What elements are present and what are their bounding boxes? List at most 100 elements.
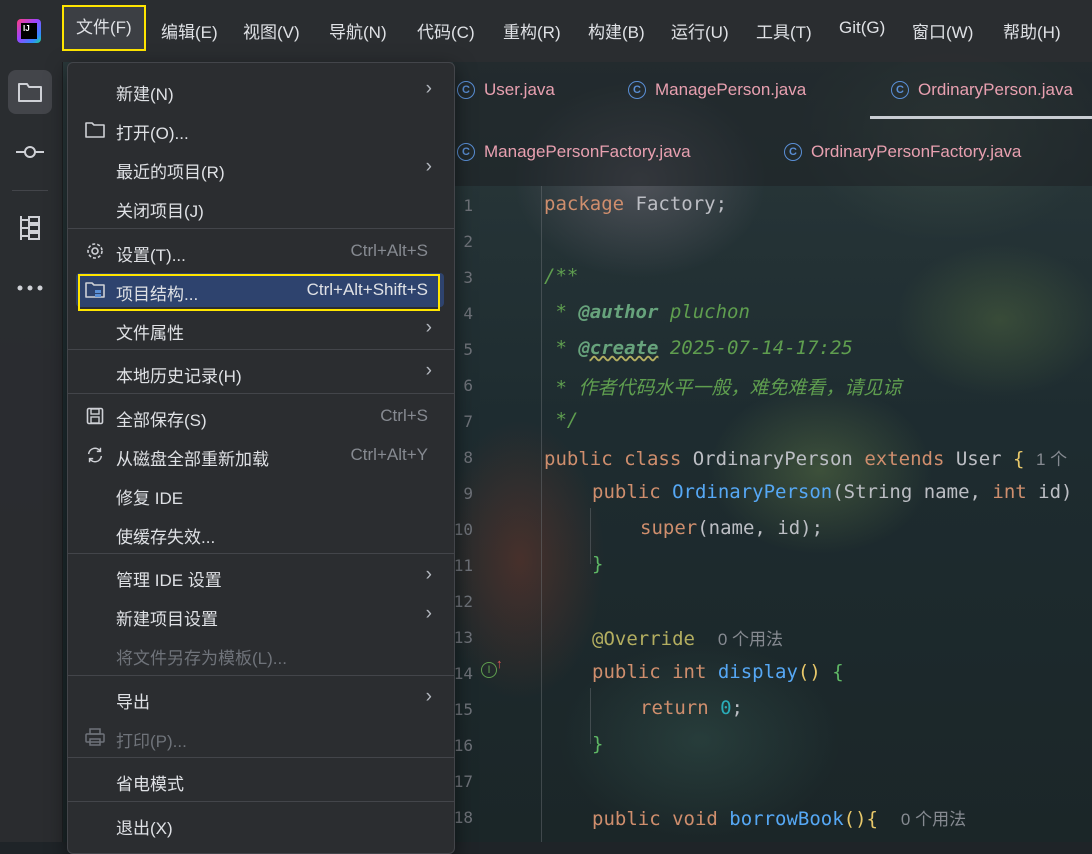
tab-ordinaryperson-java[interactable]: C OrdinaryPerson.java — [891, 80, 1073, 100]
class-icon: C — [628, 81, 646, 99]
line-number: 16 — [453, 736, 473, 755]
commit-icon[interactable] — [8, 130, 52, 174]
menu-item-save-all[interactable]: 全部保存(S) Ctrl+S — [68, 398, 454, 434]
code-line-1[interactable]: package Factory; — [544, 193, 727, 215]
menu-separator — [68, 757, 454, 758]
line-number: 8 — [463, 448, 473, 467]
menu-help[interactable]: 帮助(H) — [1003, 18, 1061, 43]
code-line-16[interactable]: } — [592, 733, 603, 755]
line-number: 12 — [453, 592, 473, 611]
menu-git[interactable]: Git(G) — [839, 18, 885, 38]
chevron-right-icon: › — [425, 603, 432, 624]
code-line-8[interactable]: public class OrdinaryPerson extends User… — [544, 445, 1067, 470]
line-number: 9 — [463, 484, 473, 503]
editor-gutter: 1 2 3 4 5 6 7 8 9 10 11 12 13 14 15 16 1… — [453, 186, 539, 842]
usage-hint: 0 个用法 — [717, 630, 784, 649]
chevron-right-icon: › — [425, 686, 432, 707]
menu-edit[interactable]: 编辑(E) — [161, 18, 218, 43]
menu-view[interactable]: 视图(V) — [243, 18, 300, 43]
menu-window[interactable]: 窗口(W) — [912, 18, 973, 43]
menu-item-export[interactable]: 导出 › — [68, 680, 454, 716]
save-icon — [85, 406, 105, 426]
menu-separator — [68, 228, 454, 229]
gear-icon — [85, 241, 105, 261]
menu-item-new-project-settings[interactable]: 新建项目设置 › — [68, 597, 454, 633]
tab-user-java[interactable]: C User.java — [457, 80, 555, 100]
menu-item-power-save-mode[interactable]: 省电模式 — [68, 762, 454, 798]
code-line-9[interactable]: public OrdinaryPerson(String name, int i… — [592, 481, 1072, 503]
menu-separator — [68, 349, 454, 350]
line-number: 14 — [453, 664, 473, 683]
left-tool-window-bar — [0, 62, 63, 842]
class-icon: C — [457, 143, 475, 161]
chevron-right-icon: › — [425, 360, 432, 381]
menu-item-print: 打印(P)... — [68, 719, 454, 755]
code-line-13[interactable]: @Override 0 个用法 — [592, 625, 783, 650]
menu-item-local-history[interactable]: 本地历史记录(H) › — [68, 354, 454, 390]
code-line-7[interactable]: */ — [544, 409, 578, 431]
menu-separator — [68, 553, 454, 554]
code-line-6[interactable]: * 作者代码水平一般，难免难看，请见谅 — [544, 373, 901, 400]
intellij-logo-icon — [17, 19, 41, 43]
tab-manageperson-java[interactable]: C ManagePerson.java — [628, 80, 806, 100]
indent-guide — [590, 688, 591, 744]
menu-code[interactable]: 代码(C) — [417, 18, 475, 43]
file-menu-dropdown: 新建(N) › 打开(O)... 最近的项目(R) › 关闭项目(J) 设置(T).… — [67, 62, 455, 854]
menu-separator — [68, 393, 454, 394]
tab-ordinarypersonfactory-java[interactable]: C OrdinaryPersonFactory.java — [784, 142, 1021, 162]
code-line-5[interactable]: * @create 2025-07-14-17:25 — [544, 337, 852, 359]
tab-managepersonfactory-java[interactable]: C ManagePersonFactory.java — [457, 142, 691, 162]
menu-item-recent-projects[interactable]: 最近的项目(R) › — [68, 150, 454, 186]
folder-icon — [85, 119, 105, 139]
menu-build[interactable]: 构建(B) — [588, 18, 645, 43]
code-line-14[interactable]: public int display() { — [592, 661, 844, 683]
class-icon: C — [457, 81, 475, 99]
line-number: 11 — [453, 556, 473, 575]
menu-navigate[interactable]: 导航(N) — [329, 18, 387, 43]
menu-item-file-properties[interactable]: 文件属性 › — [68, 311, 454, 347]
menu-item-reload-from-disk[interactable]: 从磁盘全部重新加载 Ctrl+Alt+Y — [68, 437, 454, 473]
menu-item-new[interactable]: 新建(N) › — [68, 72, 454, 108]
line-number: 5 — [463, 340, 473, 359]
chevron-right-icon: › — [425, 317, 432, 338]
line-number: 10 — [453, 520, 473, 539]
code-line-11[interactable]: } — [592, 553, 603, 575]
menu-tools[interactable]: 工具(T) — [756, 18, 812, 43]
active-tab-indicator — [870, 116, 1092, 119]
menu-item-close-project[interactable]: 关闭项目(J) — [68, 189, 454, 225]
menu-item-exit[interactable]: 退出(X) — [68, 806, 454, 842]
chevron-right-icon: › — [425, 156, 432, 177]
annotation-highlight-box — [78, 274, 440, 311]
menu-refactor[interactable]: 重构(R) — [503, 18, 561, 43]
structure-icon[interactable] — [8, 206, 52, 250]
code-line-4[interactable]: * @author pluchon — [544, 301, 749, 323]
code-line-18[interactable]: public void borrowBook(){ 0 个用法 — [592, 805, 966, 830]
main-menu-bar: 文件(F) 编辑(E) 视图(V) 导航(N) 代码(C) 重构(R) 构建(B… — [0, 0, 1092, 62]
line-number: 15 — [453, 700, 473, 719]
reload-icon — [85, 445, 105, 465]
project-folder-icon[interactable] — [8, 70, 52, 114]
menu-file[interactable]: 文件(F) — [62, 5, 146, 51]
indent-guide — [541, 186, 542, 842]
indent-guide — [590, 508, 591, 564]
class-icon: C — [891, 81, 909, 99]
menu-item-save-as-template: 将文件另存为模板(L)... — [116, 649, 287, 668]
menu-run[interactable]: 运行(U) — [671, 18, 729, 43]
toolbar-divider — [12, 190, 48, 191]
line-number: 1 — [463, 196, 473, 215]
line-number: 13 — [453, 628, 473, 647]
menu-item-open[interactable]: 打开(O)... — [68, 111, 454, 147]
class-icon: C — [784, 143, 802, 161]
line-number: 18 — [453, 808, 473, 827]
menu-item-settings[interactable]: 设置(T)... Ctrl+Alt+S — [68, 233, 454, 269]
menu-item-invalidate-caches[interactable]: 使缓存失效... — [68, 515, 454, 551]
chevron-right-icon: › — [425, 564, 432, 585]
menu-item-repair-ide[interactable]: 修复 IDE — [68, 476, 454, 512]
menu-item-manage-ide-settings[interactable]: 管理 IDE 设置 › — [68, 558, 454, 594]
code-line-3[interactable]: /** — [544, 265, 578, 287]
more-tools-icon[interactable] — [8, 266, 52, 310]
implements-gutter-icon[interactable]: I — [481, 662, 497, 678]
line-number: 3 — [463, 268, 473, 287]
code-line-10[interactable]: super(name, id); — [640, 517, 823, 539]
code-line-15[interactable]: return 0; — [640, 697, 743, 719]
